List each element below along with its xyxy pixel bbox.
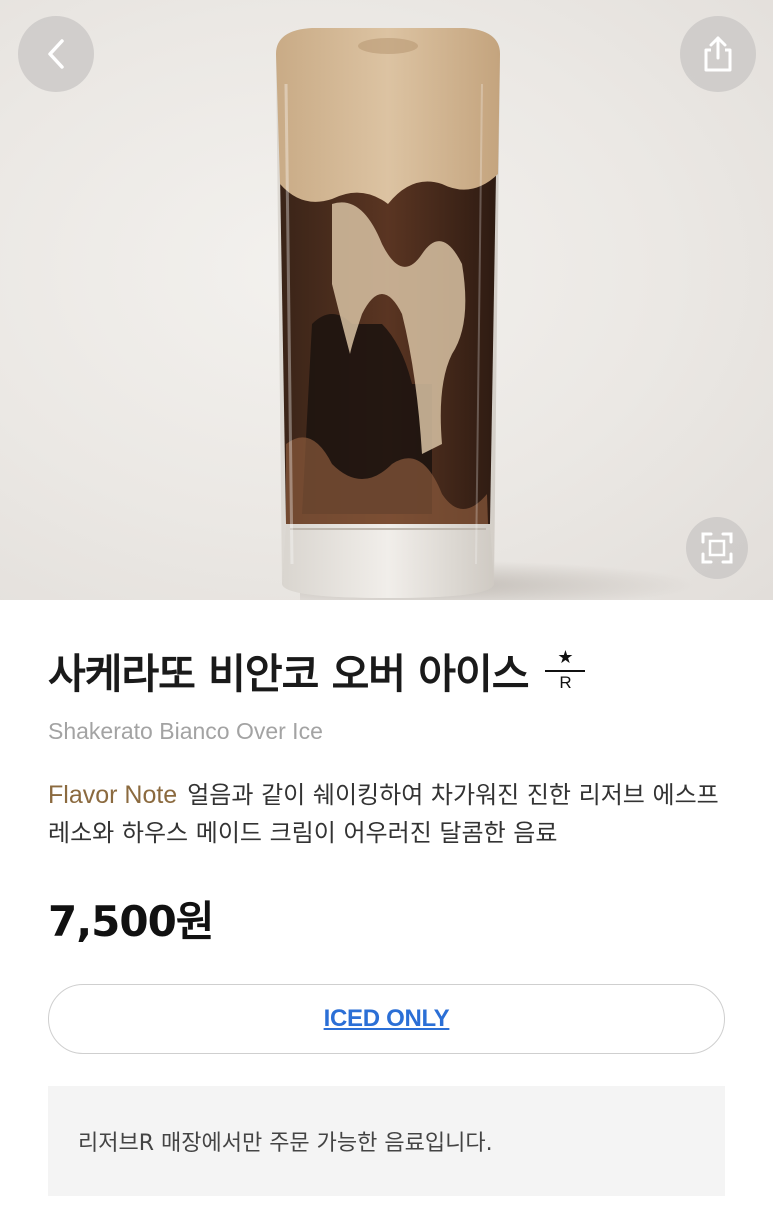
- chevron-left-icon: [48, 39, 64, 69]
- reserve-letter: R: [559, 672, 572, 692]
- share-button[interactable]: [680, 16, 756, 92]
- expand-icon: [701, 532, 733, 564]
- drink-glass-image: [276, 28, 500, 598]
- reserve-star-icon: ★ R: [544, 644, 586, 696]
- star-glyph: ★: [557, 646, 574, 668]
- product-image: [0, 0, 773, 600]
- flavor-note: Flavor Note 얼음과 같이 쉐이킹하여 차가워진 진한 리저브 에스프레…: [48, 776, 738, 852]
- notice-box: 리저브R 매장에서만 주문 가능한 음료입니다.: [48, 1086, 725, 1196]
- flavor-note-label: Flavor Note: [48, 781, 178, 809]
- zoom-button[interactable]: [686, 517, 748, 579]
- share-icon: [704, 36, 732, 72]
- product-name-english: Shakerato Bianco Over Ice: [48, 718, 323, 744]
- back-button[interactable]: [18, 16, 94, 92]
- product-title-row: 사케라또 비안코 오버 아이스 ★ R: [48, 640, 586, 700]
- product-name: 사케라또 비안코 오버 아이스: [48, 650, 529, 698]
- notice-text: 리저브R 매장에서만 주문 가능한 음료입니다.: [78, 1131, 493, 1156]
- temperature-option[interactable]: ICED ONLY: [48, 984, 725, 1054]
- product-price: 7,500원: [48, 897, 214, 946]
- reserve-divider: [545, 669, 586, 672]
- temperature-label[interactable]: ICED ONLY: [324, 1005, 450, 1033]
